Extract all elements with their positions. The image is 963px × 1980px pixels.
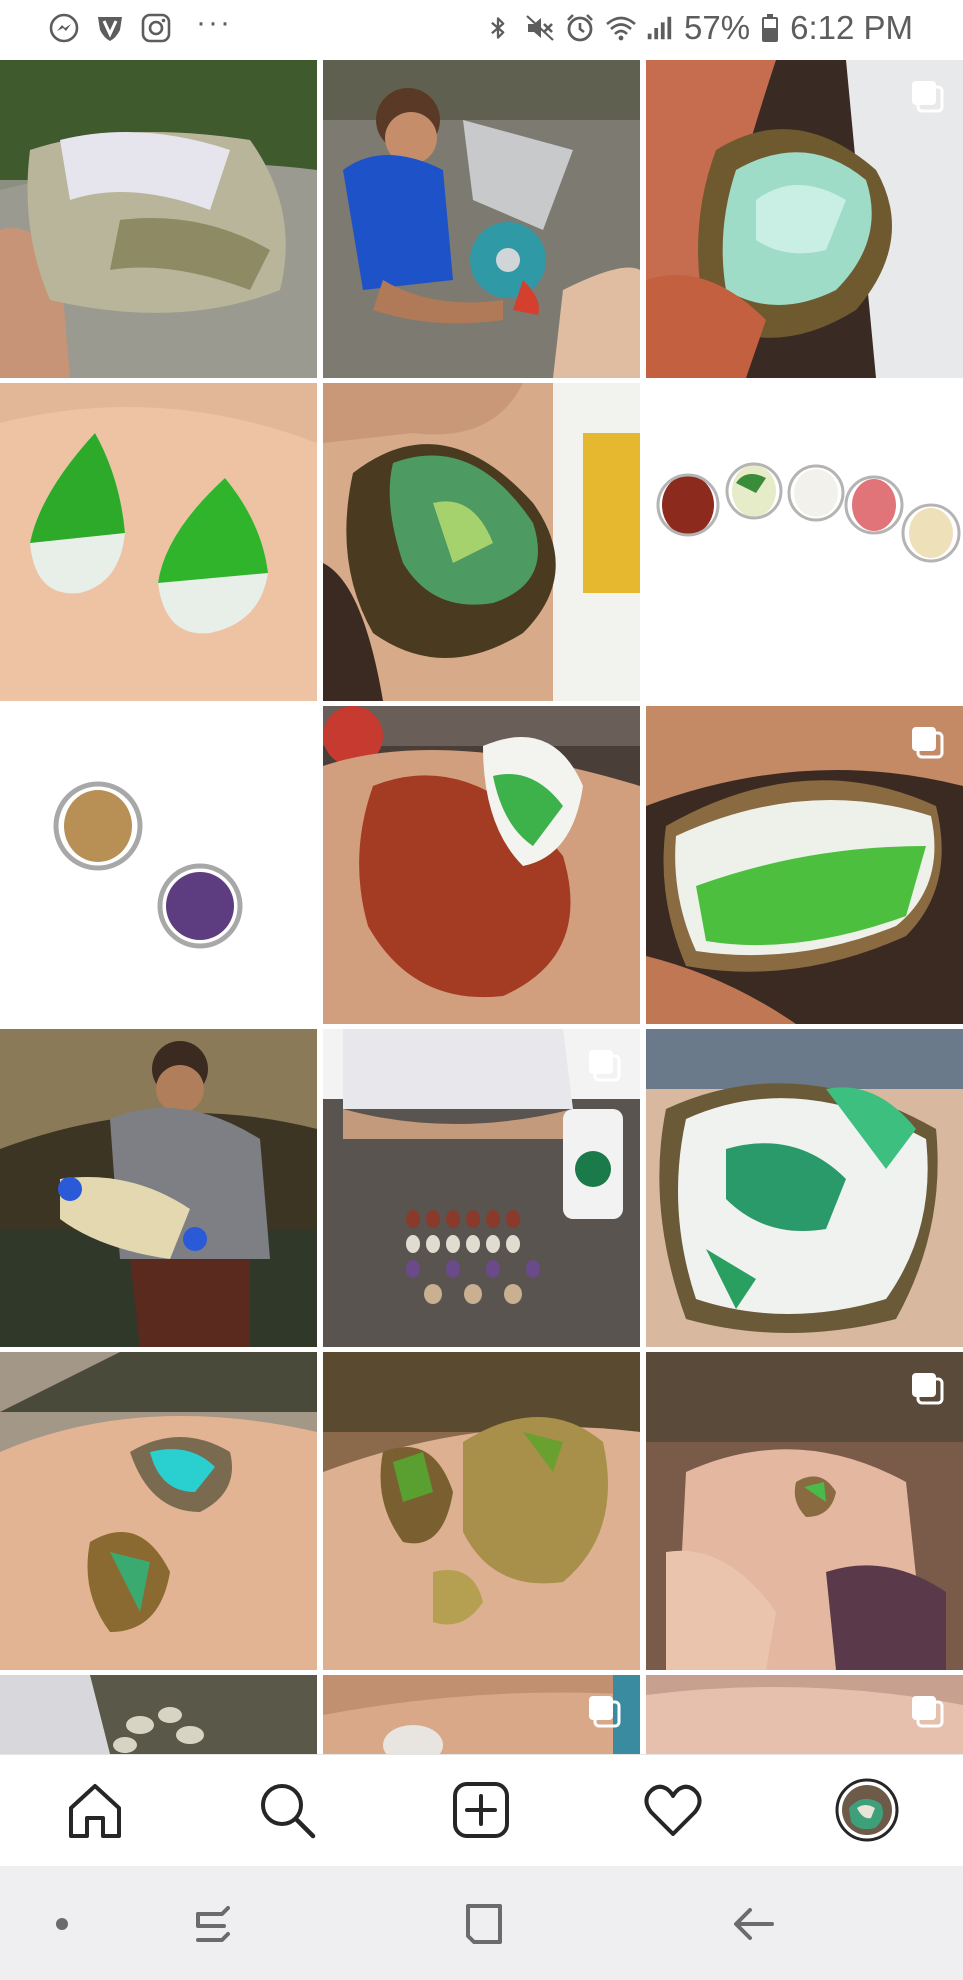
post-thumbnail[interactable] [646,383,963,701]
post-thumbnail[interactable] [323,706,640,1024]
signal-icon [644,12,676,44]
post-thumbnail[interactable] [646,1675,963,1754]
post-thumbnail[interactable] [323,1352,640,1670]
profile-avatar[interactable] [834,1777,900,1843]
status-left-icons: ··· [48,6,232,46]
multi-photo-icon [909,78,945,114]
status-right-icons: 57% 6:12 PM [484,8,913,48]
alarm-icon [564,12,596,44]
status-bar: ··· 57% 6:12 PM [0,0,963,56]
post-thumbnail[interactable] [0,1675,317,1754]
back-button[interactable] [726,1896,782,1952]
activity-heart-icon[interactable] [640,1777,706,1843]
clock-time: 6:12 PM [790,9,913,46]
post-thumbnail[interactable] [0,706,317,1024]
messenger-icon [48,12,80,44]
post-thumbnail[interactable] [323,1675,640,1754]
recent-dot[interactable] [34,1896,90,1952]
bottom-navigation [0,1754,963,1867]
multi-photo-icon [909,724,945,760]
post-thumbnail[interactable] [323,383,640,701]
wifi-icon [604,12,636,44]
mute-icon [524,12,556,44]
vpn-shield-icon [94,12,126,44]
post-thumbnail[interactable] [646,1352,963,1670]
post-thumbnail[interactable] [646,1029,963,1347]
battery-icon [762,14,779,42]
multi-photo-icon [909,1693,945,1729]
home-icon[interactable] [62,1777,128,1843]
more-dots-icon: ··· [196,6,232,39]
home-button[interactable] [456,1896,512,1952]
post-thumbnail[interactable] [0,1352,317,1670]
search-icon[interactable] [254,1777,320,1843]
post-thumbnail[interactable] [0,383,317,701]
post-thumbnail[interactable] [323,60,640,378]
post-thumbnail[interactable] [646,60,963,378]
bluetooth-icon [484,12,516,44]
multi-photo-icon [586,1047,622,1083]
post-thumbnail[interactable] [0,1029,317,1347]
post-thumbnail[interactable] [646,706,963,1024]
post-thumbnail[interactable] [0,60,317,378]
post-thumbnail[interactable] [323,1029,640,1347]
system-navigation-bar [0,1866,963,1980]
multi-photo-icon [909,1370,945,1406]
instagram-icon [140,12,172,44]
multi-photo-icon [586,1693,622,1729]
battery-percent: 57% [684,9,751,46]
recents-button[interactable] [188,1896,244,1952]
profile-post-grid[interactable] [0,60,963,1754]
new-post-icon[interactable] [448,1777,514,1843]
